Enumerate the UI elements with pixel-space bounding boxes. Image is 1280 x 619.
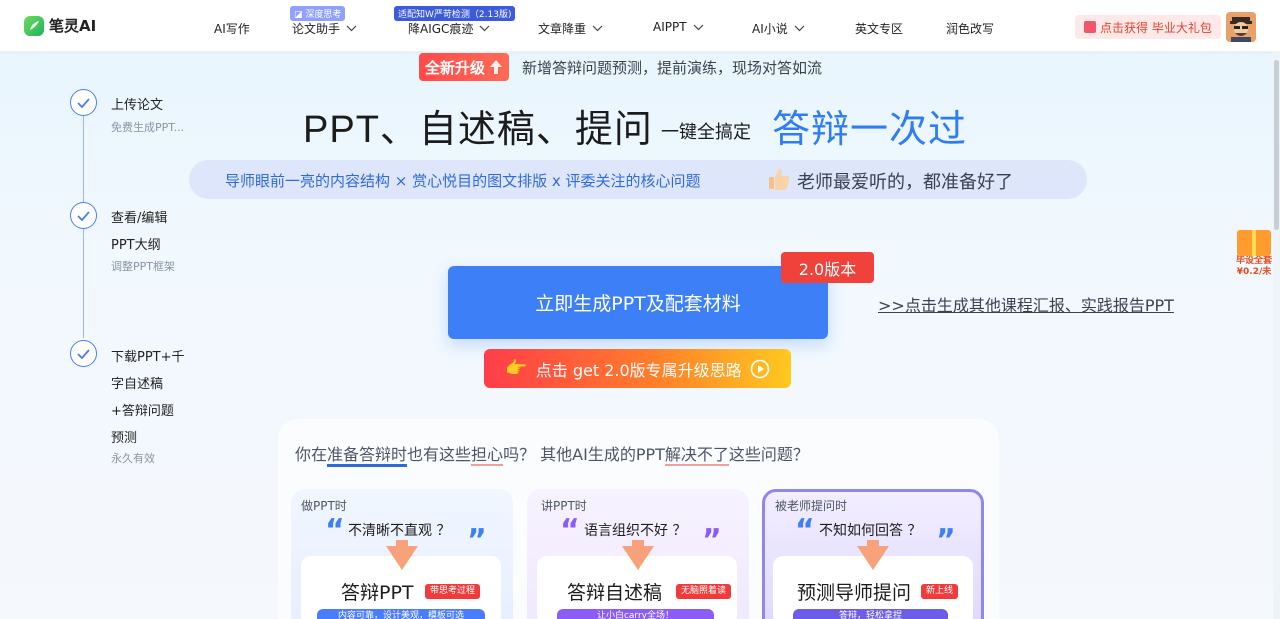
nav-label: AIPPT	[653, 20, 687, 34]
arrow-up-icon	[490, 60, 503, 74]
card-2-tag: 无脑照着读	[676, 584, 732, 599]
nav-label: 润色改写	[946, 22, 995, 36]
step-2-sub: 调整PPT框架	[111, 260, 175, 273]
logo-text: 笔灵AI	[49, 17, 97, 35]
step-3-title-4: 预测	[111, 431, 138, 446]
feature-pill-tagline: 老师最爱听的，都准备好了	[797, 172, 1013, 193]
quote-open-icon: “	[560, 513, 580, 548]
pain-points-question: 你在准备答辩时也有这些担心吗？ 其他AI生成的PPT解决不了这些问题？	[295, 441, 809, 467]
nav-label: 文章降重	[538, 22, 587, 36]
step-1-title: 上传论文	[111, 98, 164, 113]
step-2-title-2: PPT大纲	[111, 238, 161, 253]
quote-open-icon: “	[795, 513, 815, 548]
user-avatar-icon	[1226, 12, 1256, 42]
step-3-title-2: 字自述稿	[111, 377, 164, 392]
arrow-down-icon	[622, 546, 654, 570]
upgrade-description: 新增答辩问题预测，提前演练，现场对答如流	[522, 59, 823, 77]
pointing-hand-icon: 👉	[505, 358, 528, 379]
card-1-title: 答辩PPT	[341, 582, 414, 604]
card-1-quote: 不清晰不直观 ？	[348, 523, 451, 539]
gift-box-icon	[1237, 230, 1271, 256]
nav-label: AI写作	[214, 22, 250, 36]
generate-ppt-button[interactable]: 立即生成PPT及配套材料	[448, 266, 828, 339]
card-1-head: 做PPT时	[301, 499, 347, 513]
logo-icon	[24, 15, 44, 36]
quote-close-icon: ”	[936, 523, 956, 558]
title-accent: 答辩一次过	[772, 107, 968, 151]
upgrade-ideas-button[interactable]: 👉 点击 get 2.0版专属升级思路	[484, 349, 791, 388]
chevron-down-icon	[480, 25, 490, 32]
arrow-down-icon	[386, 546, 418, 570]
chevron-down-icon	[346, 25, 357, 32]
chevron-down-icon	[794, 25, 805, 32]
nav-label: 降AIGC痕迹	[408, 22, 474, 36]
title-subtext: 一键全搞定	[661, 122, 751, 143]
gift-icon	[1084, 21, 1096, 33]
step-1-sub: 免费生成PPT...	[111, 121, 185, 134]
chevron-down-icon	[693, 24, 703, 30]
nav-badge-detection: 适配知W严苛检测（2.13版)	[394, 6, 516, 21]
step-3-title: 下载PPT+千	[111, 350, 185, 365]
step-2-title: 查看/编辑	[111, 211, 168, 226]
step-3-sub: 永久有效	[111, 452, 155, 465]
card-2-quote: 语言组织不好 ？	[584, 523, 687, 539]
floating-gift-widget[interactable]: 毕设全套 ¥0.2/未	[1232, 230, 1276, 286]
upgrade-tag: 全新升级	[419, 53, 510, 81]
upgrade-ideas-label: 点击 get 2.0版专属升级思路	[535, 360, 742, 380]
card-2-head: 讲PPT时	[541, 499, 587, 513]
feature-pill-text: 导师眼前一亮的内容结构 × 赏心悦目的图文排版 x 评委关注的核心问题	[225, 172, 701, 190]
card-3-bar: 答辩，轻松拿捏	[793, 609, 948, 619]
card-2-bar: 让小白carry全场！	[557, 609, 714, 619]
nav-reduce-aigc[interactable]: 降AIGC痕迹	[408, 20, 490, 37]
float-gift-line1: 毕设全套	[1235, 256, 1272, 266]
nav-label: 论文助手	[292, 22, 341, 36]
card-3-tag: 新上线	[921, 584, 959, 599]
check-circle-icon	[70, 89, 97, 116]
deep-think-icon: ◪	[294, 10, 303, 20]
nav-thesis-assistant[interactable]: 论文助手	[292, 20, 357, 37]
quote-close-icon: ”	[467, 523, 487, 558]
step-3-title-3: +答辩问题	[111, 404, 174, 419]
nav-english-zone[interactable]: 英文专区	[855, 20, 903, 37]
nav-badge-deep-thinking: ◪ 深度思考	[290, 6, 346, 21]
nav-ai-writing[interactable]: AI写作	[214, 20, 250, 37]
nav-label: 英文专区	[855, 22, 904, 36]
nav-ai-novel[interactable]: AI小说	[752, 20, 805, 37]
nav-label: AI小说	[752, 22, 788, 36]
float-gift-line2: ¥0.2/未	[1236, 267, 1272, 277]
play-circle-icon	[750, 359, 769, 378]
top-header: 笔灵AI AI写作 ◪ 深度思考 论文助手 适配知W严苛检测（2.13版) 降A…	[0, 0, 1280, 52]
nav-aippt[interactable]: AIPPT	[653, 20, 704, 34]
other-ppt-link[interactable]: >>点击生成其他课程汇报、实践报告PPT	[878, 292, 1174, 316]
page-title: PPT、自述稿、提问	[303, 109, 653, 151]
quote-open-icon: “	[325, 513, 345, 548]
nav-article-rewrite[interactable]: 文章降重	[538, 20, 603, 37]
card-3-head: 被老师提问时	[775, 499, 848, 513]
arrow-down-icon	[857, 546, 889, 570]
card-1-tag: 带思考过程	[425, 584, 481, 599]
check-circle-icon	[70, 340, 97, 367]
logo[interactable]: 笔灵AI	[24, 15, 96, 36]
nav-polish-rewrite[interactable]: 润色改写	[946, 20, 994, 37]
thumbs-up-icon	[769, 168, 790, 190]
check-circle-icon	[70, 202, 97, 229]
card-3-title: 预测导师提问	[797, 582, 912, 604]
avatar[interactable]	[1226, 12, 1256, 42]
scrollbar-thumb[interactable]	[1274, 60, 1279, 230]
gift-button-label: 点击获得 毕业大礼包	[1100, 20, 1212, 35]
card-2-title: 答辩自述稿	[567, 582, 663, 604]
card-3-quote: 不知如何回答 ？	[819, 523, 922, 539]
chevron-down-icon	[592, 25, 603, 32]
quote-close-icon: ”	[702, 523, 722, 558]
card-1-bar: 内容可靠，设计美观，模板可选	[317, 609, 485, 619]
version-badge: 2.0版本	[781, 252, 874, 283]
graduation-gift-button[interactable]: 点击获得 毕业大礼包	[1075, 15, 1221, 39]
